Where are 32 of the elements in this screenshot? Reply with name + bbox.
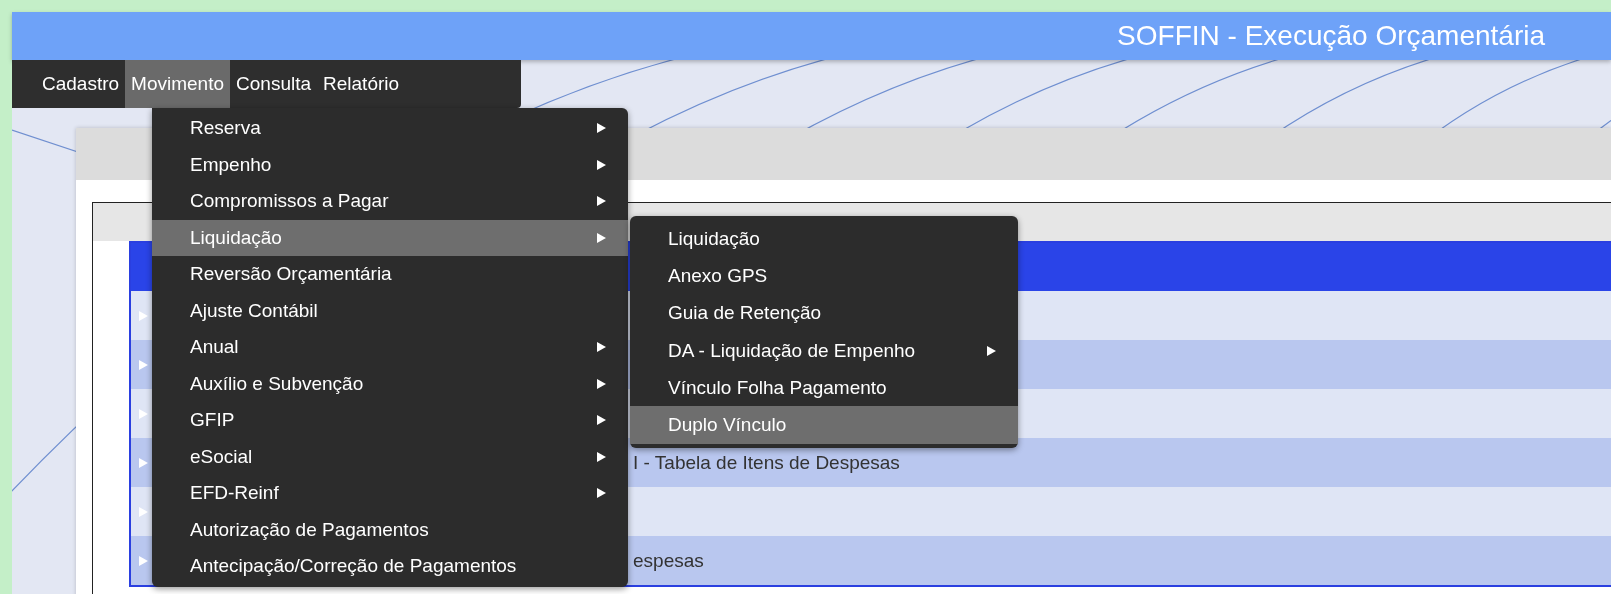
- menu-item[interactable]: Ajuste Contábil: [152, 292, 628, 329]
- row-marker-icon: [138, 310, 148, 321]
- menu-item[interactable]: Liquidação: [630, 220, 1018, 258]
- menu-bar-item[interactable]: Relatório: [317, 60, 406, 108]
- menu-item[interactable]: Reversão Orçamentária: [152, 256, 628, 293]
- menu-item[interactable]: Duplo Vínculo: [630, 406, 1018, 444]
- menu-item[interactable]: GFIP: [152, 402, 628, 439]
- menu-item[interactable]: DA - Liquidação de Empenho: [630, 331, 1018, 370]
- row-marker-icon: [138, 408, 148, 419]
- menu-item[interactable]: EFD-Reinf: [152, 475, 628, 512]
- app-title: SOFFIN - Execução Orçamentária: [1117, 20, 1545, 52]
- menu-item[interactable]: Autorização de Pagamentos: [152, 511, 628, 548]
- menu-item[interactable]: Compromissos a Pagar: [152, 183, 628, 220]
- menu-item[interactable]: Antecipação/Correção de Pagamentos: [152, 548, 628, 585]
- row-marker-icon: [138, 457, 148, 468]
- menu-item[interactable]: Auxílio e Subvenção: [152, 365, 628, 402]
- menu-item[interactable]: Liquidação: [152, 219, 628, 256]
- row-marker-icon: [138, 555, 148, 566]
- table-cell: I - Tabela de Itens de Despesas: [633, 451, 900, 473]
- menu-item[interactable]: Anual: [152, 329, 628, 366]
- menu-bar-item[interactable]: Consulta: [230, 60, 318, 108]
- menu-item[interactable]: eSocial: [152, 438, 628, 475]
- menu-item[interactable]: Empenho: [152, 146, 628, 183]
- menu-item[interactable]: Reserva: [152, 110, 628, 147]
- menu-bar-item[interactable]: Movimento: [125, 60, 231, 108]
- row-marker-icon: [138, 359, 148, 370]
- table-cell: espesas: [633, 549, 704, 571]
- menu-item[interactable]: Guia de Retenção: [630, 294, 1018, 332]
- menu-item[interactable]: Anexo GPS: [630, 257, 1018, 295]
- menu-item[interactable]: Vínculo Folha Pagamento: [630, 369, 1018, 407]
- menu-bar-item[interactable]: Cadastro: [36, 60, 126, 108]
- row-marker-icon: [138, 506, 148, 517]
